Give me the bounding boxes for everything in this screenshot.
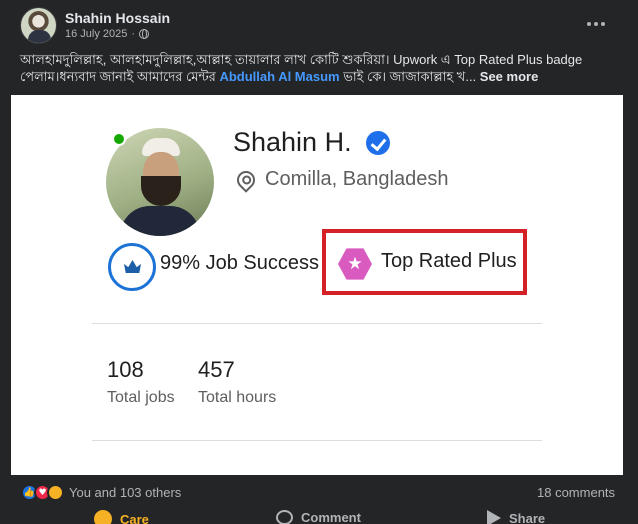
job-success-text: 99% Job Success bbox=[160, 252, 319, 274]
profile-name: Shahin H. bbox=[233, 127, 352, 157]
author-name[interactable]: Shahin Hossain bbox=[65, 10, 170, 26]
share-button[interactable]: Share bbox=[487, 510, 545, 524]
caption-text-2: ভাই কে। জাজাকাল্লাহ খ... bbox=[339, 69, 480, 84]
post-meta: 16 July 2025 · bbox=[65, 28, 150, 40]
stat-value: 457 bbox=[198, 357, 235, 382]
comments-count[interactable]: 18 comments bbox=[537, 485, 615, 500]
post-actions-bar: Care Comment Share bbox=[0, 506, 638, 524]
post-caption: আলহামদুলিল্লাহ, আলহামদুলিল্লাহ,আল্লাহ তা… bbox=[20, 51, 620, 85]
care-label: Care bbox=[120, 511, 149, 524]
facebook-post: Shahin Hossain 16 July 2025 · আলহামদুলিল… bbox=[0, 0, 638, 524]
stat-value: 108 bbox=[107, 357, 144, 382]
location-row: Comilla, Bangladesh bbox=[233, 166, 449, 193]
online-indicator bbox=[112, 132, 126, 146]
care-emoji-icon bbox=[94, 510, 112, 524]
divider bbox=[92, 440, 542, 441]
more-options-icon[interactable] bbox=[585, 14, 607, 34]
profile-name-row: Shahin H. bbox=[233, 127, 390, 158]
job-success-ring-icon bbox=[108, 243, 156, 291]
share-icon bbox=[487, 510, 501, 524]
stat-label: Total hours bbox=[198, 389, 277, 406]
stat-total-jobs: 108 Total jobs bbox=[107, 357, 175, 407]
top-rated-label: Top Rated Plus bbox=[381, 250, 517, 272]
post-date[interactable]: 16 July 2025 bbox=[65, 28, 127, 40]
reaction-count[interactable]: You and 103 others bbox=[69, 485, 181, 500]
globe-icon bbox=[139, 29, 150, 39]
see-more-button[interactable]: See more bbox=[480, 69, 539, 84]
care-button[interactable]: Care bbox=[94, 510, 149, 524]
comment-label: Comment bbox=[301, 510, 361, 524]
comment-icon bbox=[276, 510, 293, 524]
care-icon bbox=[47, 484, 64, 501]
top-rated-highlight-box: ★ Top Rated Plus bbox=[322, 229, 527, 295]
stat-label: Total jobs bbox=[107, 389, 175, 406]
date-separator: · bbox=[131, 28, 136, 40]
divider bbox=[92, 323, 542, 324]
verified-check-icon bbox=[365, 130, 390, 155]
share-label: Share bbox=[509, 510, 546, 524]
reactions-summary[interactable]: 👍 ♥ You and 103 others bbox=[21, 484, 181, 501]
crown-icon bbox=[124, 260, 141, 273]
top-rated-badge-icon: ★ bbox=[338, 248, 372, 280]
author-avatar[interactable] bbox=[20, 7, 57, 44]
stat-total-hours: 457 Total hours bbox=[198, 357, 276, 407]
comment-button[interactable]: Comment bbox=[276, 510, 361, 524]
mention-link[interactable]: Abdullah Al Masum bbox=[219, 69, 339, 84]
location-pin-icon bbox=[233, 166, 259, 193]
profile-location: Comilla, Bangladesh bbox=[265, 168, 449, 190]
post-image[interactable]: Shahin H. Comilla, Bangladesh 99% Job Su… bbox=[11, 95, 623, 475]
